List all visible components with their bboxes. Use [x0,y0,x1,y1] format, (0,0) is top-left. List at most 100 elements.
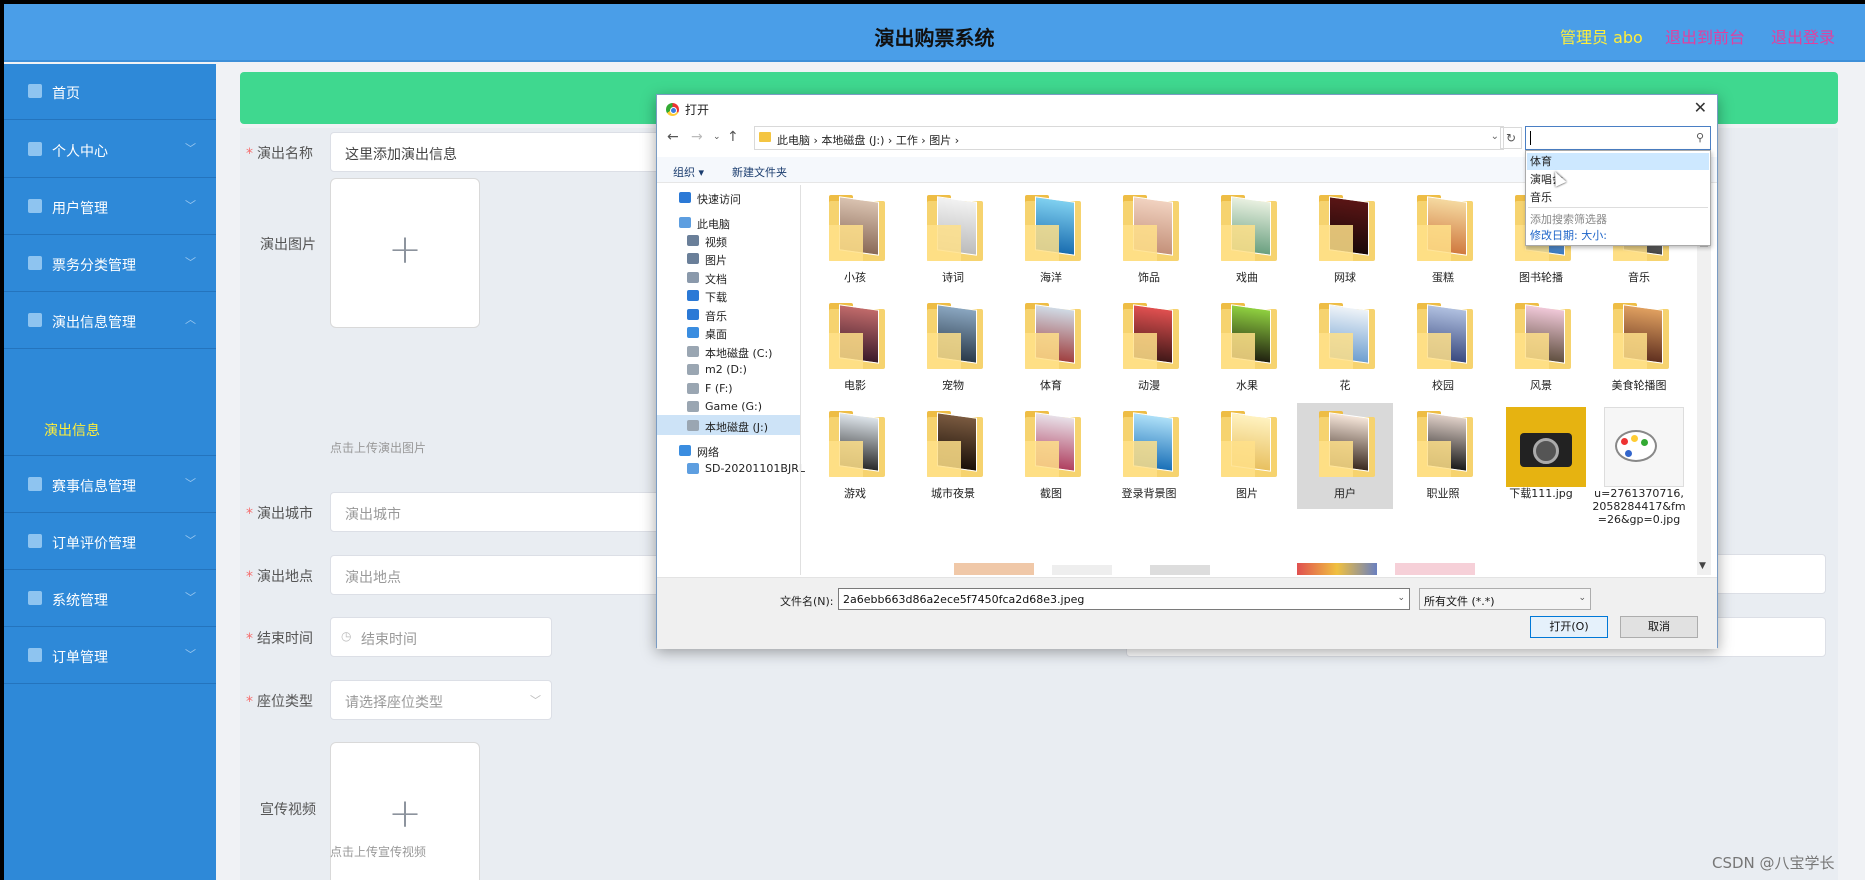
top-header: 演出购票系统 管理员 abo 退出到前台 退出登录 [4,4,1865,62]
computer-icon [687,463,699,474]
open-button[interactable]: 打开(O) [1530,616,1608,638]
file-item[interactable]: 下载111.jpg [1493,403,1589,509]
nav-item-documents[interactable]: 文档 [657,267,800,287]
recent-dropdown-icon[interactable]: ⌄ [713,132,721,142]
organize-button[interactable]: 组织 ▾ [673,164,704,180]
folder-icon [1319,195,1375,261]
folder-icon [1515,303,1571,369]
seat-type-select[interactable]: 请选择座位类型 ﹀ [330,680,552,720]
folder-icon [927,411,983,477]
nav-item-drive-g[interactable]: Game (G:) [657,396,800,416]
folder-icon [1417,303,1473,369]
end-time-picker[interactable]: ◷ 结束时间 [330,617,552,657]
new-folder-button[interactable]: 新建文件夹 [732,164,787,180]
chevron-down-icon: ﹀ [530,694,541,707]
back-arrow-icon[interactable]: ← [667,129,679,145]
nav-item-drive-j[interactable]: 本地磁盘 (J:) [657,415,800,435]
folder-item[interactable]: 登录背景图 [1101,403,1197,509]
filename-label: 文件名(N): [780,595,834,608]
filetype-value: 所有文件 (*.*) [1424,595,1495,608]
drive-icon [687,420,699,431]
thumbnail-partial [954,563,1034,575]
address-bar[interactable]: 此电脑 › 本地磁盘 (J:) › 工作 › 图片 › ⌄ [754,126,1504,150]
user-icon [28,142,42,156]
nav-item-music[interactable]: 音乐 [657,304,800,324]
folder-item[interactable]: 诗词 [905,187,1001,293]
filetype-select[interactable]: 所有文件 (*.*) ⌄ [1419,588,1591,610]
suggestion-item[interactable]: 音乐 [1527,189,1709,206]
folder-item[interactable]: 用户 [1297,403,1393,509]
chevron-down-icon: ﹀ [185,648,196,661]
nav-item-drive-c[interactable]: 本地磁盘 (C:) [657,341,800,361]
folder-item[interactable]: 水果 [1199,295,1295,401]
folder-item[interactable]: 风景 [1493,295,1589,401]
forward-arrow-icon[interactable]: → [691,129,703,145]
sidebar-item-order-review[interactable]: 订单评价管理 ﹀ [4,514,216,570]
camera-icon [1506,407,1586,487]
scroll-down-icon[interactable]: ▼ [1699,561,1706,571]
exit-to-front-link[interactable]: 退出到前台 [1665,24,1745,48]
folder-item[interactable]: 电影 [807,295,903,401]
folder-item[interactable]: 体育 [1003,295,1099,401]
chevron-down-icon[interactable]: ⌄ [1491,131,1499,142]
folder-item[interactable]: 网球 [1297,187,1393,293]
sidebar-item-user-management[interactable]: 用户管理 ﹀ [4,179,216,235]
nav-item-network[interactable]: 网络 [657,440,800,460]
folder-item[interactable]: 宠物 [905,295,1001,401]
sidebar-item-system-management[interactable]: 系统管理 ﹀ [4,571,216,627]
nav-item-pictures[interactable]: 图片 [657,248,800,268]
folder-item[interactable]: 图片 [1199,403,1295,509]
sidebar-item-label: 系统管理 [52,593,108,609]
folder-item[interactable]: 校园 [1395,295,1491,401]
flag-icon [28,199,42,213]
folder-item[interactable]: 蛋糕 [1395,187,1491,293]
folder-item[interactable]: 美食轮播图 [1591,295,1687,401]
refresh-button[interactable]: ↻ [1500,127,1522,149]
field-label: * 结束时间 [246,631,313,647]
sidebar-item-label: 票务分类管理 [52,258,136,274]
file-item[interactable]: u=2761370716,2058284417&fm=26&gp=0.jpg [1591,403,1687,553]
nav-item-drive-d[interactable]: m2 (D:) [657,359,800,379]
sidebar-item-personal-center[interactable]: 个人中心 ﹀ [4,122,216,178]
folder-item[interactable]: 游戏 [807,403,903,509]
folder-item[interactable]: 职业照 [1395,403,1491,509]
sidebar-item-show-info-management[interactable]: 演出信息管理 ︿ [4,293,216,349]
nav-item-desktop[interactable]: 桌面 [657,322,800,342]
admin-user-label[interactable]: 管理员 abo [1560,24,1643,48]
filename-input[interactable]: 2a6ebb663d86a2ece5f7450fca2d68e3.jpeg ⌄ [838,588,1410,610]
sidebar-item-label: 首页 [52,86,80,102]
folder-item[interactable]: 花 [1297,295,1393,401]
sidebar-subitem-show-info[interactable]: 演出信息 [4,402,216,456]
folder-item[interactable]: 动漫 [1101,295,1197,401]
folder-icon [1319,411,1375,477]
search-input[interactable]: ⚲ [1525,126,1711,150]
nav-item-downloads[interactable]: 下载 [657,285,800,305]
divider [1528,207,1708,208]
folder-item[interactable]: 戏曲 [1199,187,1295,293]
image-uploader[interactable]: + [330,178,480,328]
sidebar-item-event-info-management[interactable]: 赛事信息管理 ﹀ [4,457,216,513]
nav-item-network-computer[interactable]: SD-20201101BJRL [657,458,805,478]
sidebar-item-home[interactable]: 首页 [4,64,216,120]
folder-icon [927,303,983,369]
search-filter-links[interactable]: 修改日期: 大小: [1530,227,1607,243]
folder-item[interactable]: 小孩 [807,187,903,293]
logout-link[interactable]: 退出登录 [1771,24,1835,48]
folder-item[interactable]: 饰品 [1101,187,1197,293]
chevron-up-icon: ︿ [185,313,196,326]
navigation-pane: 快速访问 此电脑 视频 图片 文档 下载 音乐 桌面 本地磁盘 (C:) m2 … [657,185,805,575]
chevron-down-icon[interactable]: ⌄ [1397,593,1405,603]
folder-item[interactable]: 海洋 [1003,187,1099,293]
sidebar-item-ticket-category[interactable]: 票务分类管理 ﹀ [4,236,216,292]
folder-item[interactable]: 城市夜景 [905,403,1001,509]
nav-item-drive-f[interactable]: F (F:) [657,378,800,398]
up-arrow-icon[interactable]: ↑ [727,129,739,145]
cancel-button[interactable]: 取消 [1620,616,1698,638]
sidebar-item-order-management[interactable]: 订单管理 ﹀ [4,628,216,684]
close-icon[interactable]: ✕ [1694,98,1707,117]
nav-item-quick-access[interactable]: 快速访问 [657,187,800,207]
folder-item[interactable]: 截图 [1003,403,1099,509]
nav-item-this-pc[interactable]: 此电脑 [657,212,800,232]
nav-item-videos[interactable]: 视频 [657,230,800,250]
suggestion-item[interactable]: 体育 [1527,153,1709,170]
